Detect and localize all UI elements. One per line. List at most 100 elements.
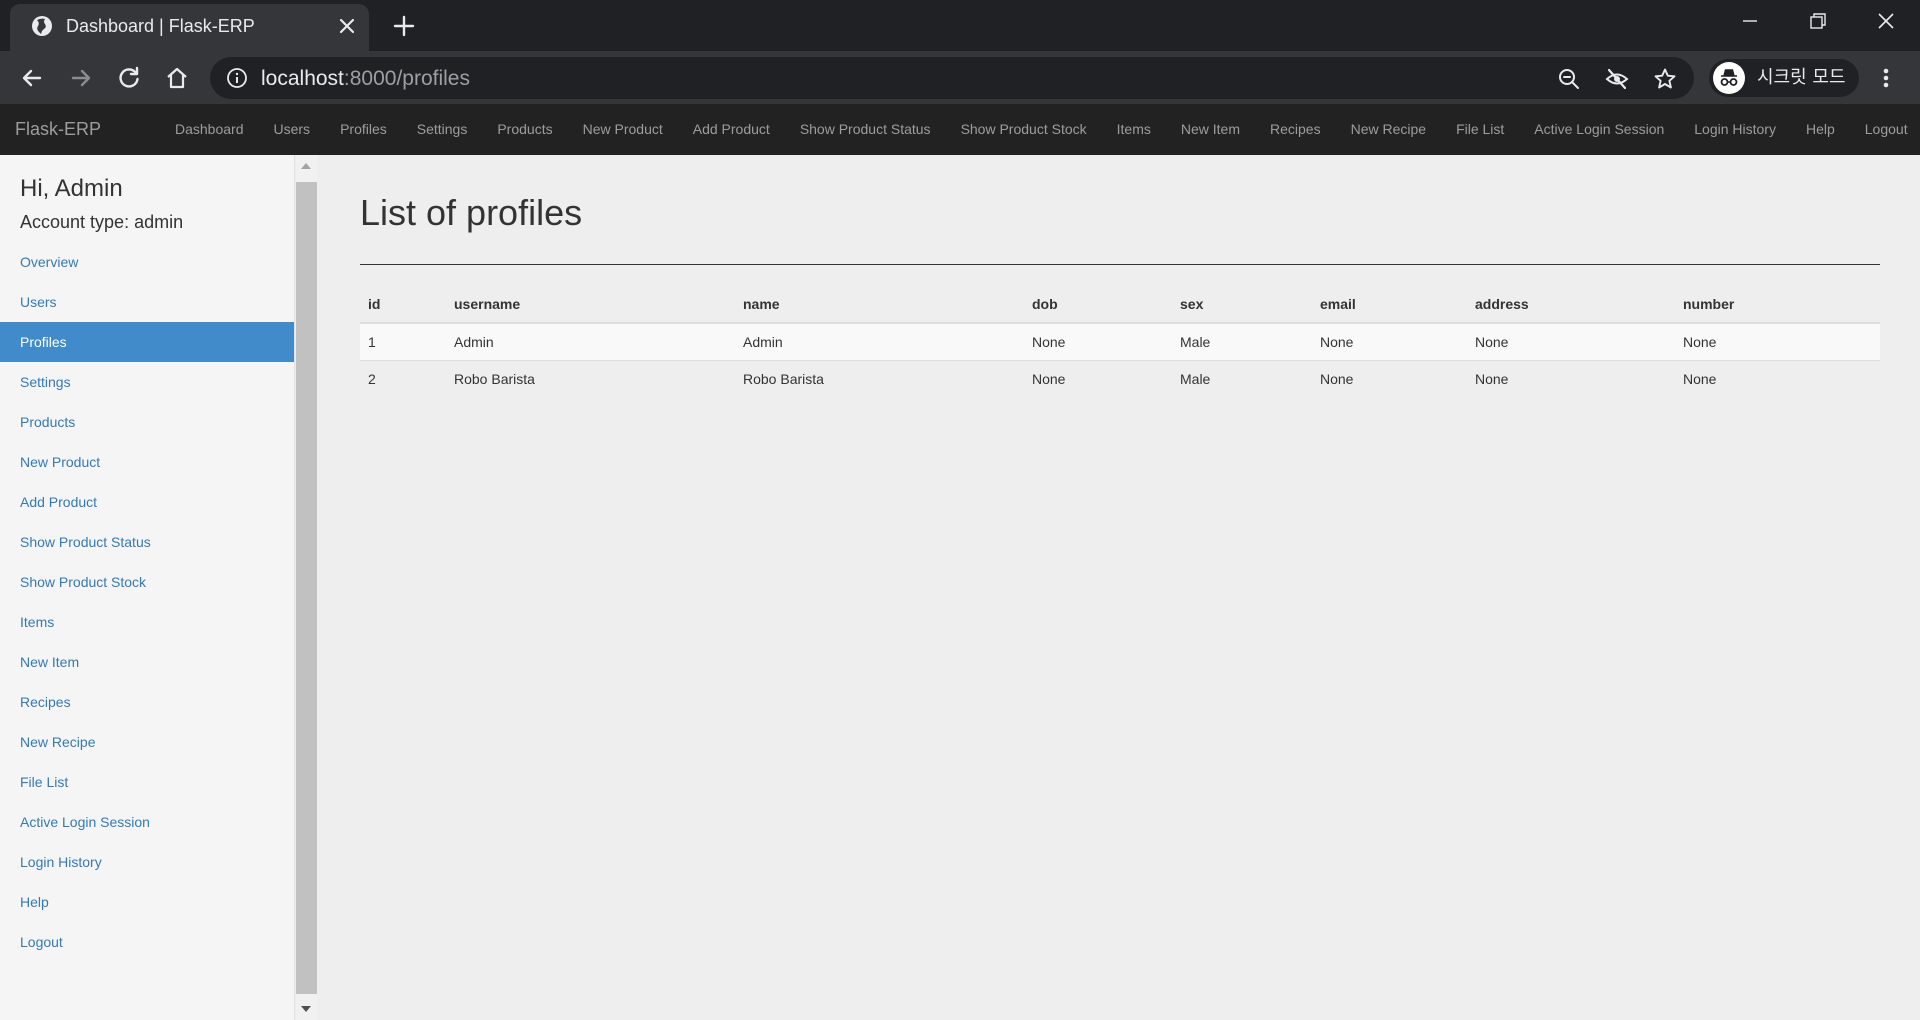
sidebar-link[interactable]: New Product	[0, 442, 294, 482]
nav-link[interactable]: Profiles	[325, 104, 402, 155]
sidebar-item-new-item: New Item	[0, 642, 294, 682]
info-icon[interactable]	[226, 67, 248, 89]
home-icon[interactable]	[163, 64, 191, 92]
sidebar-link[interactable]: New Recipe	[0, 722, 294, 762]
sidebar-link[interactable]: Users	[0, 282, 294, 322]
nav-link[interactable]: New Item	[1166, 104, 1255, 155]
scroll-down-arrow-icon[interactable]	[301, 1006, 311, 1012]
close-icon[interactable]	[336, 15, 358, 37]
sidebar-link[interactable]: Show Product Status	[0, 522, 294, 562]
nav-link[interactable]: New Product	[568, 104, 678, 155]
sidebar-link[interactable]: Show Product Stock	[0, 562, 294, 602]
sidebar-scrollbar[interactable]	[296, 155, 317, 1020]
table-cell: None	[1675, 322, 1880, 360]
column-header: email	[1312, 285, 1467, 324]
sidebar-item-logout: Logout	[0, 922, 294, 962]
sidebar-link[interactable]: Add Product	[0, 482, 294, 522]
url-text[interactable]: localhost:8000/profiles	[261, 67, 470, 91]
table-cell: Male	[1172, 322, 1312, 360]
table-cell: None	[1024, 322, 1172, 360]
sidebar-link[interactable]: Overview	[0, 242, 294, 282]
nav-link[interactable]: New Recipe	[1336, 104, 1441, 155]
browser-tab[interactable]: Dashboard | Flask-ERP	[10, 4, 369, 51]
sidebar-item-help: Help	[0, 882, 294, 922]
sidebar-link[interactable]: New Item	[0, 642, 294, 682]
globe-icon	[32, 16, 52, 36]
sidebar-link[interactable]: Products	[0, 402, 294, 442]
nav-link[interactable]: Users	[259, 104, 326, 155]
sidebar-item-new-product: New Product	[0, 442, 294, 482]
table-cell: 1	[360, 322, 446, 360]
nav-link[interactable]: Settings	[402, 104, 483, 155]
sidebar-item-profiles: Profiles	[0, 322, 294, 362]
nav-link[interactable]: Show Product Stock	[946, 104, 1102, 155]
nav-link[interactable]: Show Product Status	[785, 104, 946, 155]
navbar-links: Dashboard Users Profiles Settings Produc…	[160, 104, 1920, 155]
nav-link[interactable]: Help	[1791, 104, 1850, 155]
nav-link[interactable]: Dashboard	[160, 104, 259, 155]
eye-off-icon[interactable]	[1605, 67, 1629, 91]
nav-link[interactable]: Recipes	[1255, 104, 1336, 155]
window-close-icon[interactable]	[1866, 8, 1906, 36]
page-title: List of profiles	[360, 192, 583, 233]
sidebar-link[interactable]: Logout	[0, 922, 294, 962]
sidebar-link[interactable]: Items	[0, 602, 294, 642]
table-cell: Robo Barista	[735, 359, 1024, 397]
nav-link[interactable]: Active Login Session	[1519, 104, 1679, 155]
nav-link[interactable]: File List	[1441, 104, 1519, 155]
table-cell: Admin	[446, 322, 735, 360]
sidebar-link[interactable]: File List	[0, 762, 294, 802]
sidebar-item-login-history: Login History	[0, 842, 294, 882]
nav-link[interactable]: Items	[1102, 104, 1166, 155]
sidebar-link[interactable]: Recipes	[0, 682, 294, 722]
plus-icon[interactable]	[390, 12, 418, 40]
sidebar-item-show-product-status: Show Product Status	[0, 522, 294, 562]
sidebar-link[interactable]: Login History	[0, 842, 294, 882]
table-cell: 2	[360, 359, 446, 397]
table-cell: Robo Barista	[446, 359, 735, 397]
address-bar[interactable]: localhost:8000/profiles	[210, 57, 1694, 99]
nav-link[interactable]: Products	[482, 104, 567, 155]
scroll-up-arrow-icon[interactable]	[301, 163, 311, 169]
scrollbar-thumb[interactable]	[296, 182, 317, 994]
column-header: dob	[1024, 285, 1172, 324]
tab-title: Dashboard | Flask-ERP	[66, 16, 255, 36]
url-host: localhost	[261, 67, 344, 90]
sidebar-item-active-login-session: Active Login Session	[0, 802, 294, 842]
back-icon[interactable]	[18, 64, 46, 92]
minimize-icon[interactable]	[1730, 8, 1770, 36]
sidebar-nav: Overview Users Profiles Settings Product…	[0, 242, 294, 962]
table-cell: None	[1312, 359, 1467, 397]
table-row: 1 Admin Admin None Male None None None	[360, 322, 1880, 360]
sidebar-item-overview: Overview	[0, 242, 294, 282]
nav-link[interactable]: Add Product	[678, 104, 785, 155]
column-header: number	[1675, 285, 1880, 324]
more-vert-icon[interactable]	[1878, 64, 1894, 92]
reload-icon[interactable]	[115, 64, 143, 92]
table-header-row: id username name dob sex email address n…	[360, 285, 1880, 324]
sidebar-link[interactable]: Help	[0, 882, 294, 922]
sidebar-item-items: Items	[0, 602, 294, 642]
forward-icon[interactable]	[67, 64, 95, 92]
restore-icon[interactable]	[1797, 8, 1837, 36]
sidebar-link[interactable]: Active Login Session	[0, 802, 294, 842]
star-icon[interactable]	[1653, 67, 1677, 91]
table-cell: None	[1024, 359, 1172, 397]
sidebar: Hi, Admin Account type: admin Overview U…	[0, 155, 295, 1020]
sidebar-item-recipes: Recipes	[0, 682, 294, 722]
url-path: :8000/profiles	[343, 67, 470, 90]
incognito-label: 시크릿 모드	[1757, 67, 1846, 88]
nav-link[interactable]: Login History	[1679, 104, 1791, 155]
zoom-out-icon[interactable]	[1557, 67, 1581, 91]
nav-link[interactable]: Logout	[1850, 104, 1920, 155]
brand-logo[interactable]: Flask-ERP	[15, 119, 101, 139]
table-cell: None	[1467, 359, 1675, 397]
sidebar-link[interactable]: Settings	[0, 362, 294, 402]
column-header: username	[446, 285, 735, 324]
title-divider	[360, 264, 1880, 265]
sidebar-link-active[interactable]: Profiles	[0, 322, 294, 362]
table-cell: None	[1312, 322, 1467, 360]
incognito-badge[interactable]: 시크릿 모드	[1709, 59, 1859, 97]
sidebar-item-new-recipe: New Recipe	[0, 722, 294, 762]
browser-toolbar: localhost:8000/profiles 시크릿 모드	[0, 51, 1920, 104]
